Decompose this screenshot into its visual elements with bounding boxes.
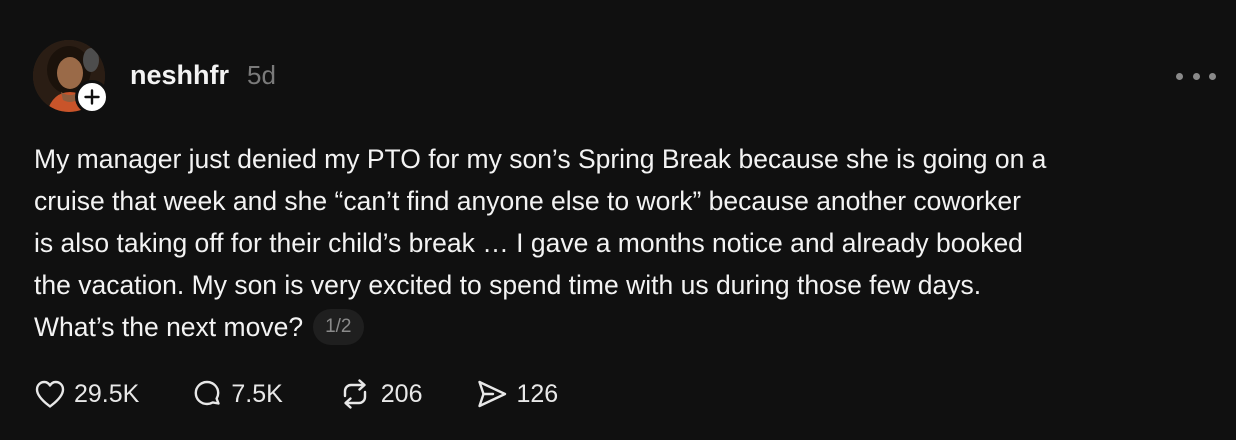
- more-dot: [1192, 72, 1200, 80]
- post-text: My manager just denied my PTO for my son…: [34, 138, 1214, 348]
- reply-button[interactable]: 7.5K: [191, 378, 283, 410]
- like-button[interactable]: 29.5K: [34, 379, 139, 409]
- post-text-line: cruise that week and she “can’t find any…: [34, 186, 1021, 216]
- reply-count: 7.5K: [231, 379, 283, 408]
- repost-button[interactable]: 206: [337, 378, 423, 410]
- post-text-line: My manager just denied my PTO for my son…: [34, 144, 1047, 174]
- repost-count: 206: [380, 379, 423, 408]
- post-text-last-line: What’s the next move? 1/2: [34, 306, 1214, 348]
- more-dot: [1209, 72, 1216, 80]
- timestamp: 5d: [247, 60, 276, 90]
- post-header: neshhfr 5d: [130, 60, 276, 91]
- page-indicator: 1/2: [313, 309, 364, 345]
- action-bar: 29.5K 7.5K 206 126: [34, 378, 558, 410]
- send-icon: [477, 380, 506, 408]
- repost-arrows-icon: [343, 379, 366, 409]
- speech-bubble-icon: [194, 380, 221, 406]
- post-text-line: the vacation. My son is very excited to …: [34, 270, 982, 300]
- more-dot: [1176, 72, 1183, 80]
- heart-icon: [35, 380, 65, 408]
- more-icon[interactable]: [1176, 66, 1216, 86]
- share-button[interactable]: 126: [475, 378, 559, 410]
- thread-post: neshhfr 5d My manager just denied my PTO…: [0, 0, 1236, 440]
- username[interactable]: neshhfr: [130, 60, 229, 91]
- post-text-line: is also taking off for their child’s bre…: [34, 228, 1023, 258]
- like-count: 29.5K: [74, 379, 140, 408]
- follow-button[interactable]: [75, 80, 109, 114]
- share-count: 126: [516, 379, 559, 408]
- post-text-line: What’s the next move?: [34, 312, 304, 342]
- plus-icon: [84, 89, 100, 105]
